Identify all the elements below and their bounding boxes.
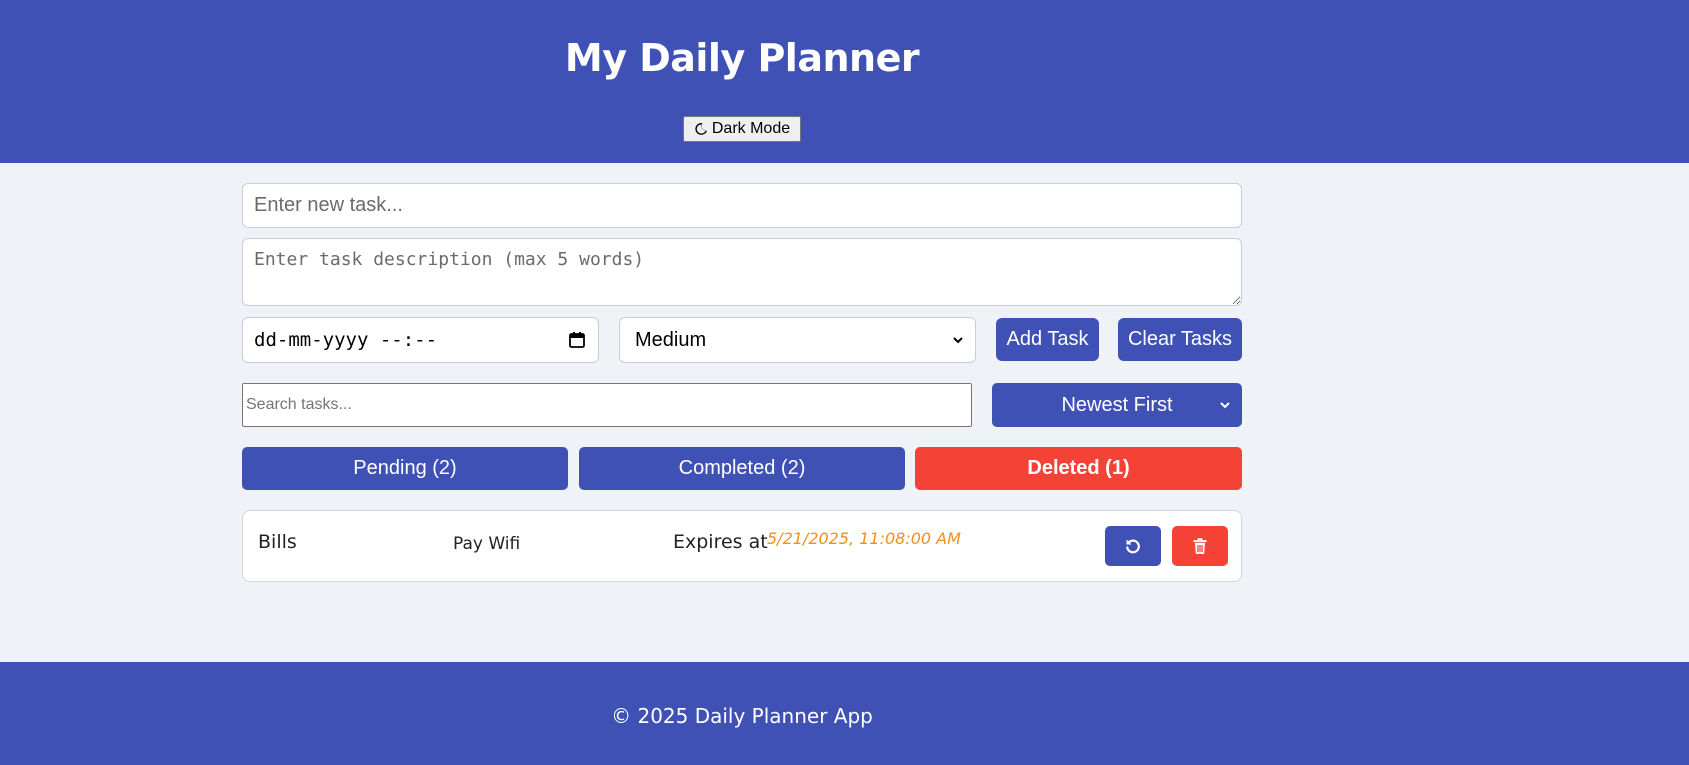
task-expires-label: Expires at [673, 531, 768, 553]
priority-select[interactable]: Medium [619, 317, 976, 363]
chevron-down-icon [1220, 402, 1230, 409]
footer-copyright: © 2025 Daily Planner App [611, 704, 873, 728]
task-title-input[interactable] [242, 183, 1242, 228]
task-description-input[interactable] [242, 238, 1242, 306]
restore-icon [1126, 539, 1140, 554]
priority-value: Medium [635, 328, 707, 351]
delete-task-button[interactable] [1172, 526, 1228, 566]
due-date-input[interactable]: dd-mm-yyyy --:-- [242, 317, 599, 363]
sort-select[interactable]: Newest First [992, 383, 1242, 427]
app-footer: © 2025 Daily Planner App [0, 662, 1689, 765]
chevron-down-icon [953, 337, 963, 344]
sort-value: Newest First [1061, 393, 1173, 416]
due-date-value: dd-mm-yyyy --:-- [254, 329, 438, 351]
page-title: My Daily Planner [564, 36, 920, 80]
app-header: My Daily Planner Dark Mode [0, 0, 1689, 163]
dark-mode-toggle[interactable]: Dark Mode [683, 116, 801, 142]
task-expiry-date: 5/21/2025, 11:08:00 AM [767, 529, 961, 548]
tab-pending[interactable]: Pending (2) [242, 447, 568, 490]
clear-tasks-button[interactable]: Clear Tasks [1118, 318, 1242, 361]
calendar-icon[interactable] [568, 331, 586, 349]
add-task-button[interactable]: Add Task [996, 318, 1099, 361]
tab-completed[interactable]: Completed (2) [579, 447, 905, 490]
trash-icon [1193, 538, 1207, 555]
task-item: Bills Pay Wifi Expires at 5/21/2025, 11:… [242, 510, 1242, 582]
search-input[interactable] [242, 383, 972, 427]
task-description: Pay Wifi [453, 534, 521, 554]
restore-task-button[interactable] [1105, 526, 1161, 566]
tab-deleted[interactable]: Deleted (1) [915, 447, 1242, 490]
dark-mode-label: Dark Mode [711, 120, 791, 137]
moon-icon [695, 122, 707, 135]
task-title: Bills [258, 531, 297, 553]
